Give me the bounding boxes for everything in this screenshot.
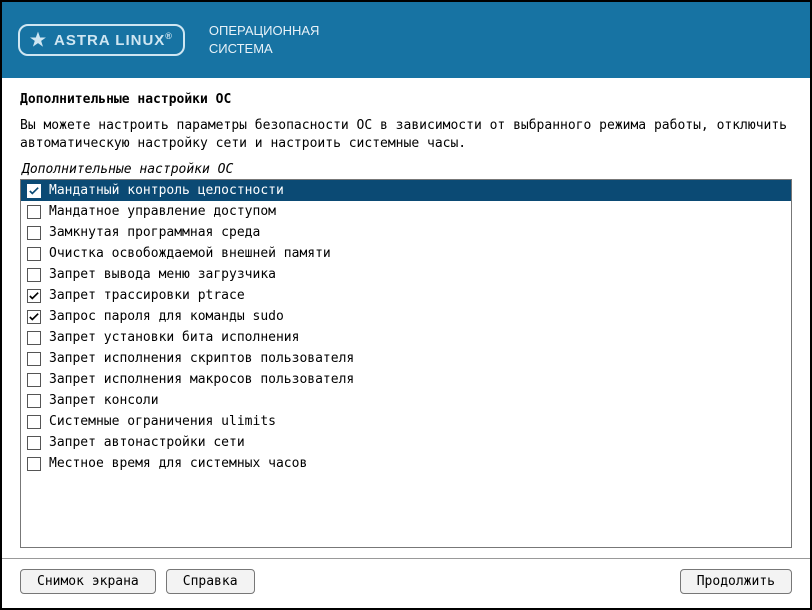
option-label: Очистка освобождаемой внешней памяти [49, 246, 331, 261]
screenshot-button[interactable]: Снимок экрана [20, 569, 156, 594]
header-subtitle: ОПЕРАЦИОННАЯ СИСТЕМА [209, 22, 320, 57]
option-label: Запрос пароля для команды sudo [49, 309, 284, 324]
checkbox[interactable] [27, 247, 41, 261]
checkbox[interactable] [27, 436, 41, 450]
option-label: Запрет исполнения макросов пользователя [49, 372, 354, 387]
option-row[interactable]: Замкнутая программная среда [21, 222, 791, 243]
checkbox[interactable] [27, 331, 41, 345]
checkbox[interactable] [27, 457, 41, 471]
option-row[interactable]: Запрет вывода меню загрузчика [21, 264, 791, 285]
options-panel[interactable]: Мандатный контроль целостности Мандатное … [20, 179, 792, 548]
installer-window: ASTRA LINUX® ОПЕРАЦИОННАЯ СИСТЕМА Дополн… [0, 0, 812, 610]
option-row[interactable]: Мандатный контроль целостности [21, 180, 791, 201]
section-label: Дополнительные настройки ОС [20, 162, 792, 177]
option-row[interactable]: Запрет трассировки ptrace [21, 285, 791, 306]
checkbox[interactable] [27, 415, 41, 429]
logo-text: ASTRA LINUX® [54, 31, 173, 49]
option-label: Запрет трассировки ptrace [49, 288, 245, 303]
checkbox[interactable] [27, 205, 41, 219]
star-icon [28, 30, 48, 50]
option-label: Запрет автонастройки сети [49, 435, 245, 450]
checkbox[interactable] [27, 268, 41, 282]
header: ASTRA LINUX® ОПЕРАЦИОННАЯ СИСТЕМА [2, 2, 810, 78]
option-label: Запрет исполнения скриптов пользователя [49, 351, 354, 366]
help-button[interactable]: Справка [166, 569, 255, 594]
option-label: Мандатный контроль целостности [49, 183, 284, 198]
option-label: Местное время для системных часов [49, 456, 307, 471]
option-row[interactable]: Запрос пароля для команды sudo [21, 306, 791, 327]
option-row[interactable]: Системные ограничения ulimits [21, 411, 791, 432]
page-description: Вы можете настроить параметры безопаснос… [20, 117, 792, 152]
checkbox[interactable] [27, 373, 41, 387]
option-row[interactable]: Очистка освобождаемой внешней памяти [21, 243, 791, 264]
option-row[interactable]: Запрет исполнения макросов пользователя [21, 369, 791, 390]
checkbox[interactable] [27, 289, 41, 303]
footer: Снимок экрана Справка Продолжить [2, 558, 810, 608]
page-title: Дополнительные настройки ОС [20, 92, 792, 107]
option-row[interactable]: Мандатное управление доступом [21, 201, 791, 222]
checkbox[interactable] [27, 394, 41, 408]
option-label: Замкнутая программная среда [49, 225, 260, 240]
option-row[interactable]: Запрет автонастройки сети [21, 432, 791, 453]
option-label: Системные ограничения ulimits [49, 414, 276, 429]
continue-button[interactable]: Продолжить [680, 569, 792, 594]
content: Дополнительные настройки ОС Вы можете на… [2, 78, 810, 558]
option-label: Мандатное управление доступом [49, 204, 276, 219]
option-label: Запрет консоли [49, 393, 159, 408]
checkbox[interactable] [27, 352, 41, 366]
logo: ASTRA LINUX® [18, 24, 185, 56]
option-label: Запрет вывода меню загрузчика [49, 267, 276, 282]
option-label: Запрет установки бита исполнения [49, 330, 299, 345]
option-row[interactable]: Запрет консоли [21, 390, 791, 411]
option-row[interactable]: Запрет исполнения скриптов пользователя [21, 348, 791, 369]
option-row[interactable]: Местное время для системных часов [21, 453, 791, 474]
checkbox[interactable] [27, 226, 41, 240]
checkbox[interactable] [27, 310, 41, 324]
option-row[interactable]: Запрет установки бита исполнения [21, 327, 791, 348]
checkbox[interactable] [27, 184, 41, 198]
